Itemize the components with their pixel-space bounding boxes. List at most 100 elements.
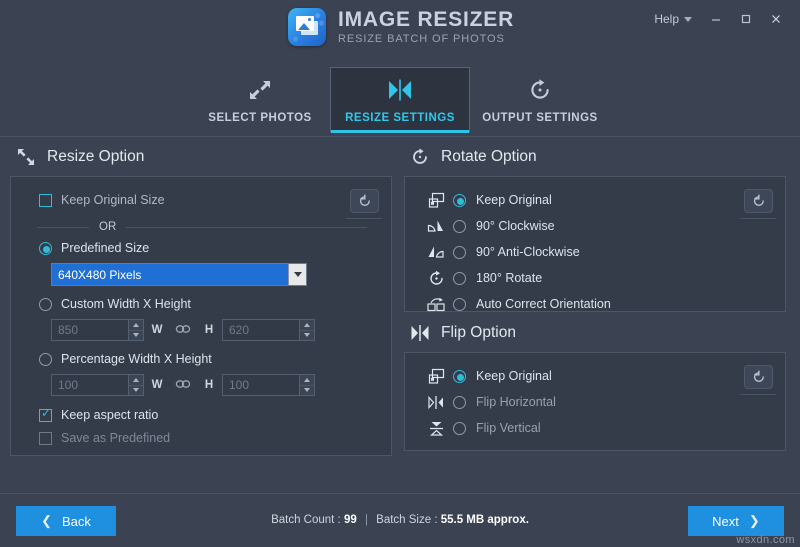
tab-resize-settings[interactable]: RESIZE SETTINGS xyxy=(330,67,470,133)
percentage-width-stepper[interactable]: 100 xyxy=(51,374,144,396)
batch-count-label: Batch Count : xyxy=(271,514,341,526)
custom-width-stepper[interactable]: 850 xyxy=(51,319,144,341)
tab-label: RESIZE SETTINGS xyxy=(345,112,455,124)
or-label: OR xyxy=(99,221,117,233)
help-label: Help xyxy=(654,12,679,26)
tab-label: OUTPUT SETTINGS xyxy=(482,111,598,124)
rotate-180-radio[interactable] xyxy=(453,271,466,285)
percentage-height-decrement[interactable] xyxy=(300,385,314,395)
predefined-size-option[interactable]: Predefined Size xyxy=(39,241,149,255)
custom-width-increment[interactable] xyxy=(129,320,143,331)
custom-height-value: 620 xyxy=(229,323,250,337)
rotate-option-keep-original[interactable]: Keep Original xyxy=(405,187,785,213)
rotate-option-title: Rotate Option xyxy=(441,148,537,165)
rotate-option-90-anticlockwise[interactable]: 90° Anti-Clockwise xyxy=(405,239,785,265)
rotate-90-ccw-radio[interactable] xyxy=(453,245,466,259)
rotate-option-header: Rotate Option xyxy=(404,138,786,176)
app-logo-icon xyxy=(288,8,326,46)
rotate-option-180[interactable]: 180° Rotate xyxy=(405,265,785,291)
percentage-width-decrement[interactable] xyxy=(129,385,143,395)
help-menu-button[interactable]: Help xyxy=(646,7,700,31)
resize-option-column: Resize Option Keep Original Size OR Pred… xyxy=(10,138,392,456)
save-as-predefined-checkbox[interactable] xyxy=(39,431,52,445)
resize-reset-button[interactable] xyxy=(350,189,379,213)
title-bar: IMAGE RESIZER RESIZE BATCH OF PHOTOS Hel… xyxy=(0,0,800,62)
keep-original-icon xyxy=(419,368,453,385)
resize-option-panel: Keep Original Size OR Predefined Size 64… xyxy=(10,176,392,456)
rotate-option-label: Auto Correct Orientation xyxy=(476,297,611,311)
custom-width-decrement[interactable] xyxy=(129,330,143,340)
chevron-down-icon xyxy=(684,16,692,22)
custom-size-fields: 850 W H 620 xyxy=(51,319,315,341)
app-branding: IMAGE RESIZER RESIZE BATCH OF PHOTOS xyxy=(288,8,514,46)
height-unit-label: H xyxy=(204,379,214,391)
flip-option-title: Flip Option xyxy=(441,324,516,341)
percentage-height-increment[interactable] xyxy=(300,375,314,386)
next-label: Next xyxy=(712,513,739,529)
flip-option-keep-original[interactable]: Keep Original xyxy=(405,363,785,389)
rotate-keep-original-radio[interactable] xyxy=(453,193,466,207)
percentage-size-radio[interactable] xyxy=(39,352,52,366)
percentage-height-value: 100 xyxy=(229,378,250,392)
flip-option-label: Flip Vertical xyxy=(476,421,541,435)
custom-size-label: Custom Width X Height xyxy=(61,297,191,311)
flip-option-label: Keep Original xyxy=(476,369,552,383)
batch-info: Batch Count : 99 | Batch Size : 55.5 MB … xyxy=(0,514,800,526)
auto-orient-icon xyxy=(419,296,453,312)
keep-original-size-label: Keep Original Size xyxy=(61,193,165,207)
flip-vertical-icon xyxy=(419,420,453,437)
keep-aspect-ratio-option[interactable]: Keep aspect ratio xyxy=(39,407,158,422)
flip-option-header: Flip Option xyxy=(404,314,786,352)
next-button[interactable]: Next ❯ xyxy=(688,506,784,536)
percentage-height-stepper[interactable]: 100 xyxy=(222,374,315,396)
custom-height-stepper[interactable]: 620 xyxy=(222,319,315,341)
rotate-option-panel: Keep Original 90° Clockwise 90° Anti-Clo… xyxy=(404,176,786,312)
keep-original-size-option[interactable]: Keep Original Size xyxy=(39,193,165,207)
predefined-size-value: 640X480 Pixels xyxy=(58,267,142,282)
close-button[interactable] xyxy=(762,6,790,32)
chain-link-icon xyxy=(170,324,196,337)
rotate-flip-column: Rotate Option Keep Original 90° Clockwis… xyxy=(404,138,786,451)
predefined-size-radio[interactable] xyxy=(39,241,52,255)
flip-icon xyxy=(410,323,430,343)
predefined-size-dropdown[interactable]: 640X480 Pixels xyxy=(51,263,307,286)
maximize-button[interactable] xyxy=(732,6,760,32)
flip-option-horizontal[interactable]: Flip Horizontal xyxy=(405,389,785,415)
or-divider: OR xyxy=(37,221,367,233)
rotate-180-icon xyxy=(419,270,453,287)
resize-option-header: Resize Option xyxy=(10,138,392,176)
custom-height-increment[interactable] xyxy=(300,320,314,331)
rotate-auto-correct-radio[interactable] xyxy=(453,297,466,311)
flip-keep-original-radio[interactable] xyxy=(453,369,466,383)
width-unit-label: W xyxy=(151,324,163,336)
flip-options-list: Keep Original Flip Horizontal Flip Verti… xyxy=(405,363,785,441)
rotate-option-auto-correct[interactable]: Auto Correct Orientation xyxy=(405,291,785,317)
percentage-size-label: Percentage Width X Height xyxy=(61,352,212,366)
flip-horizontal-radio[interactable] xyxy=(453,395,466,409)
batch-size-label: Batch Size : xyxy=(376,514,438,526)
chevron-down-icon[interactable] xyxy=(288,264,306,285)
percentage-size-option[interactable]: Percentage Width X Height xyxy=(39,352,212,366)
tab-output-settings[interactable]: OUTPUT SETTINGS xyxy=(470,67,610,133)
flip-vertical-radio[interactable] xyxy=(453,421,466,435)
minimize-button[interactable] xyxy=(702,6,730,32)
rotate-option-label: 90° Clockwise xyxy=(476,219,555,233)
footer-bar: ❮ Back Batch Count : 99 | Batch Size : 5… xyxy=(0,493,800,547)
custom-height-decrement[interactable] xyxy=(300,330,314,340)
rotate-option-90-clockwise[interactable]: 90° Clockwise xyxy=(405,213,785,239)
app-tagline: RESIZE BATCH OF PHOTOS xyxy=(338,32,505,45)
custom-size-radio[interactable] xyxy=(39,297,52,311)
watermark: wsxdn.com xyxy=(736,534,795,546)
percentage-width-increment[interactable] xyxy=(129,375,143,386)
flip-option-vertical[interactable]: Flip Vertical xyxy=(405,415,785,441)
rotate-90-cw-icon xyxy=(419,218,453,234)
keep-original-size-checkbox[interactable] xyxy=(39,193,52,207)
rotate-cw-icon xyxy=(410,147,430,167)
save-as-predefined-option[interactable]: Save as Predefined xyxy=(39,431,170,445)
keep-aspect-ratio-checkbox[interactable] xyxy=(39,407,52,422)
rotate-90-cw-radio[interactable] xyxy=(453,219,466,233)
rotate-cw-icon xyxy=(528,77,552,103)
tab-strip: SELECT PHOTOS RESIZE SETTINGS OUTPUT SET… xyxy=(0,62,800,192)
tab-select-photos[interactable]: SELECT PHOTOS xyxy=(190,67,330,133)
custom-size-option[interactable]: Custom Width X Height xyxy=(39,297,191,311)
